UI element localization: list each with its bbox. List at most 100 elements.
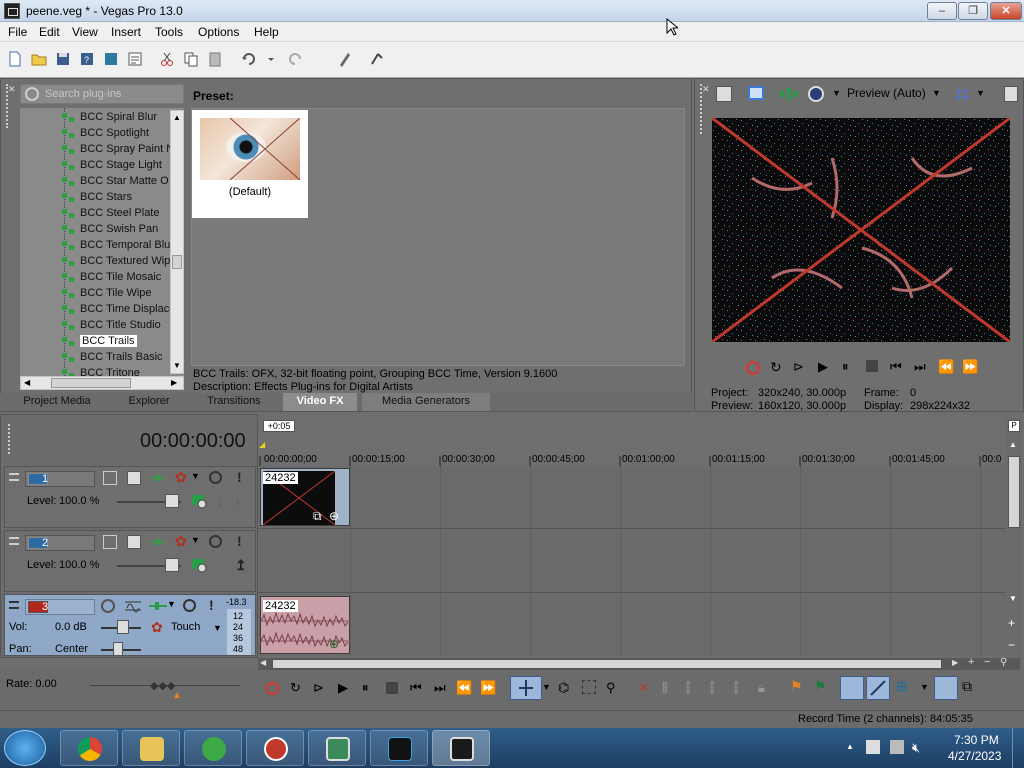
parent-track-icon[interactable]: ↥ — [235, 557, 247, 574]
zoom-tool-icon[interactable]: ⚲ — [1000, 657, 1007, 668]
record-icon[interactable] — [266, 682, 279, 695]
tree-horizontal-scrollbar[interactable]: ◀ ▶ — [20, 376, 184, 390]
scroll-up-arrow-icon[interactable]: ▲ — [173, 113, 181, 122]
redo-icon[interactable] — [286, 50, 304, 68]
paste-icon[interactable] — [206, 50, 224, 68]
plugin-list-item[interactable]: BCC Spiral Blur — [20, 110, 170, 126]
vegas-app-icon[interactable] — [4, 3, 20, 19]
plugin-list-item[interactable]: BCC Trails Basic — [20, 350, 170, 366]
crossfade-icon[interactable]: ⧉ — [962, 678, 972, 695]
make-compositing-child-icon[interactable] — [127, 535, 141, 549]
menu-insert[interactable]: Insert — [111, 25, 141, 39]
track-fx-dropdown-icon[interactable]: ▼ — [191, 535, 200, 545]
plugin-list-item[interactable]: BCC Tritone — [20, 366, 170, 376]
envelope-edit-tool-icon[interactable]: ⌬ — [558, 680, 569, 696]
timeline-vertical-scrollbar[interactable]: P ▲ ▼ + − — [1006, 418, 1022, 668]
selection-edit-tool-icon[interactable] — [582, 680, 596, 694]
automation-settings-icon[interactable] — [149, 599, 167, 613]
plugin-list-item[interactable]: BCC Spotlight — [20, 126, 170, 142]
insert-region-icon[interactable]: ⚑ — [814, 678, 827, 695]
solo-icon[interactable]: ! — [237, 533, 242, 549]
scroll-down-arrow-icon[interactable]: ▼ — [173, 361, 181, 370]
trim-icon[interactable]: ⫼ — [662, 680, 668, 696]
plugin-search-field[interactable]: Search plug-ins — [20, 84, 184, 104]
taskbar-utorrent[interactable] — [184, 730, 242, 766]
open-folder-icon[interactable] — [30, 50, 48, 68]
taskbar-app-red[interactable] — [246, 730, 304, 766]
tab-transitions[interactable]: Transitions — [194, 393, 274, 411]
menu-edit[interactable]: Edit — [39, 25, 60, 39]
video-track-1[interactable]: 1 ✿ ▼ ! Level: 100.0 % ↓ ↑ — [4, 466, 256, 528]
enable-snapping-icon[interactable] — [336, 50, 354, 68]
plugin-list-item[interactable]: BCC Stars — [20, 190, 170, 206]
start-button[interactable] — [4, 730, 46, 766]
plugin-list-item[interactable]: BCC Stage Light — [20, 158, 170, 174]
preview-properties-icon[interactable] — [716, 86, 732, 102]
network-icon[interactable] — [890, 740, 904, 754]
track-minimize-icon[interactable] — [9, 473, 19, 481]
track-motion-icon[interactable] — [191, 557, 207, 573]
audio-clip[interactable]: 24232 ⊕ — [260, 596, 351, 654]
play-from-start-icon[interactable]: ⊳ — [313, 680, 324, 696]
save-icon[interactable] — [54, 50, 72, 68]
show-hidden-icons-icon[interactable]: ▲ — [846, 742, 854, 751]
plugin-list-item[interactable]: BCC Swish Pan — [20, 222, 170, 238]
audio-track-3[interactable]: 3 ▼ ! -18.3 12 24 36 48 Vol: 0.0 dB ✿ To… — [4, 594, 256, 656]
save-as-icon[interactable]: ? — [78, 50, 96, 68]
pause-icon[interactable]: ⏸ — [842, 359, 849, 375]
hscroll-thumb[interactable] — [272, 659, 942, 669]
track-motion-icon[interactable] — [191, 493, 207, 509]
ignore-grouping-icon[interactable]: ⊞ — [896, 678, 908, 695]
trim-end-icon[interactable]: ⫿ — [710, 680, 714, 696]
invert-phase-icon[interactable] — [125, 599, 141, 613]
split-screen-icon[interactable] — [780, 88, 798, 100]
zoom-out-horizontal-icon[interactable]: − — [984, 656, 990, 668]
automation-dropdown-icon[interactable]: ▼ — [167, 599, 176, 609]
timeline-horizontal-scrollbar[interactable]: ◀ ▶ + − ⚲ — [258, 656, 1020, 670]
level-slider-thumb[interactable] — [165, 494, 179, 508]
normal-edit-tool-icon[interactable] — [510, 676, 542, 700]
track-minimize-icon[interactable] — [9, 537, 19, 545]
make-compositing-child-icon[interactable] — [127, 471, 141, 485]
lock-envelopes-icon[interactable] — [866, 676, 890, 700]
timeline-tracks-area[interactable]: 24232 ⧉ ⊕ 24232 ⊕ — [258, 466, 1006, 656]
action-center-icon[interactable] — [866, 740, 880, 754]
plugin-list-item[interactable]: BCC Tile Mosaic — [20, 270, 170, 286]
scroll-right-arrow-icon[interactable]: ▶ — [171, 378, 177, 387]
track-minimize-icon[interactable] — [9, 601, 19, 609]
track-fx-icon[interactable]: ✿ — [175, 533, 187, 550]
new-file-icon[interactable] — [6, 50, 24, 68]
taskbar-chrome[interactable] — [60, 730, 118, 766]
scroll-up-arrow-icon[interactable]: ▲ — [1009, 440, 1017, 449]
minimize-button[interactable]: – — [927, 2, 957, 20]
plugin-list-item[interactable]: BCC Time Displace — [20, 302, 175, 318]
insert-marker-icon[interactable]: ⚑ — [790, 678, 803, 695]
event-fx-icon[interactable]: ⊕ — [329, 637, 339, 651]
undo-dropdown-icon[interactable] — [262, 50, 274, 68]
go-to-end-icon[interactable]: ⏭ — [914, 359, 926, 375]
mute-icon[interactable] — [209, 535, 222, 548]
solo-icon[interactable]: ! — [237, 469, 242, 485]
plugin-list-item[interactable]: BCC Trails — [20, 334, 170, 350]
preview-quality-arrow-icon[interactable]: ▼ — [932, 88, 941, 98]
tree-vertical-scrollbar[interactable]: ▲ ▼ — [170, 110, 184, 374]
taskbar-boris-fx[interactable] — [370, 730, 428, 766]
move-up-icon[interactable]: ↑ — [235, 495, 241, 509]
plugin-list-item[interactable]: BCC Star Matte O — [20, 174, 170, 190]
event-fx-icon[interactable]: ⊕ — [329, 509, 339, 523]
timeline-grip[interactable] — [8, 424, 12, 454]
loop-playback-icon[interactable]: ↻ — [290, 680, 301, 696]
auto-ripple-icon[interactable] — [840, 676, 864, 700]
hscroll-thumb[interactable] — [51, 378, 131, 388]
menu-file[interactable]: File — [8, 25, 27, 39]
properties-icon[interactable] — [126, 50, 144, 68]
maximize-button[interactable]: ❐ — [958, 2, 988, 20]
scroll-right-arrow-icon[interactable]: ▶ — [952, 658, 958, 667]
track-fx-icon[interactable]: ✿ — [175, 469, 187, 486]
taskbar-file-explorer[interactable] — [122, 730, 180, 766]
mute-icon[interactable] — [209, 471, 222, 484]
next-frame-icon[interactable]: ⏩ — [480, 680, 496, 696]
scroll-left-arrow-icon[interactable]: ◀ — [24, 378, 30, 387]
record-icon[interactable] — [746, 361, 760, 375]
mute-icon[interactable] — [183, 599, 196, 612]
